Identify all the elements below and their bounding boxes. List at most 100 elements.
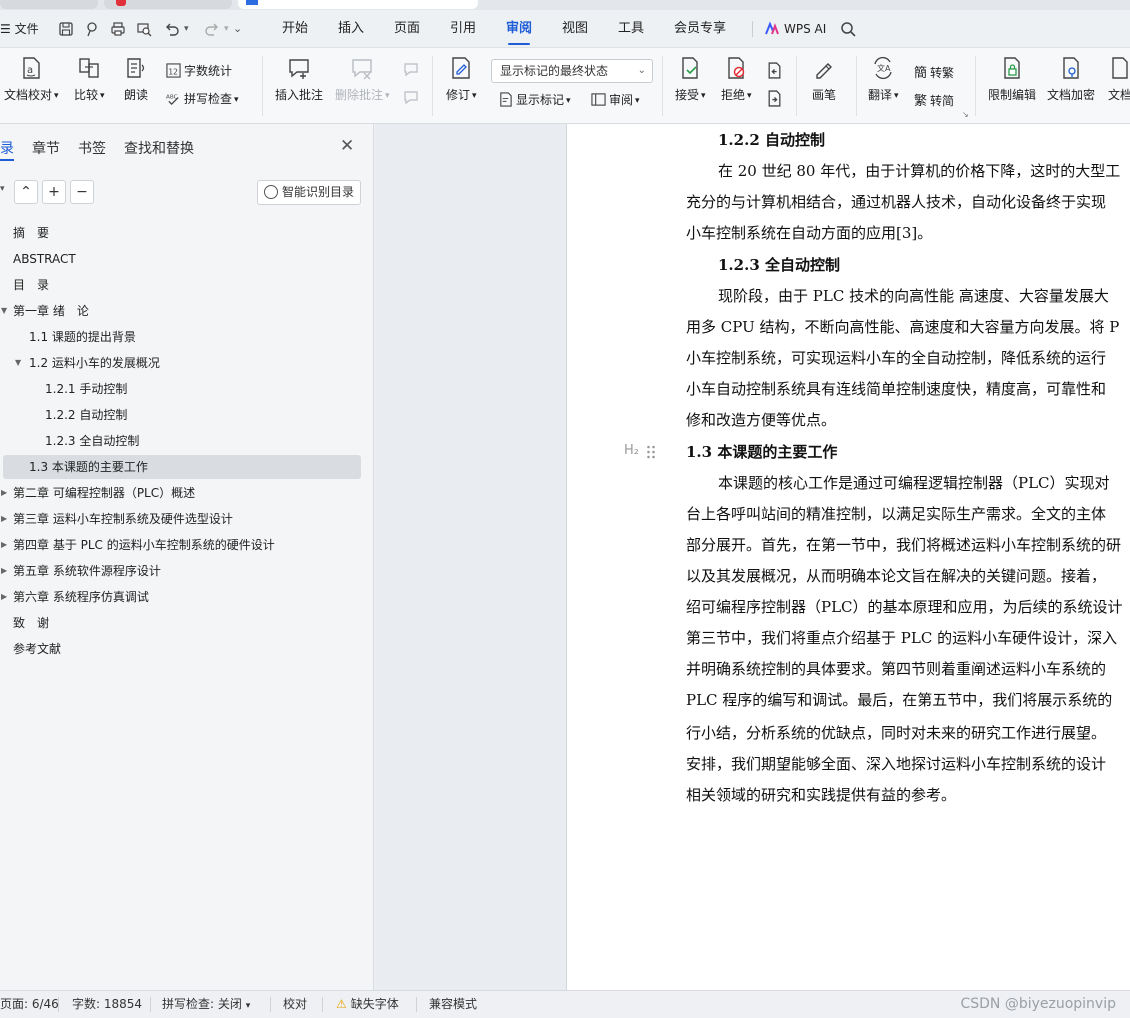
review-pane-button[interactable]: 审阅 ▾ xyxy=(591,91,640,108)
tab-chapters[interactable]: 章节 xyxy=(32,138,60,158)
toc-item[interactable]: ▼ 第一章 绪 论 xyxy=(1,300,89,322)
doc-tab[interactable] xyxy=(0,0,98,9)
drag-handle-icon[interactable] xyxy=(646,444,656,460)
search-icon[interactable] xyxy=(840,21,856,37)
share-icon[interactable] xyxy=(84,21,100,37)
translate-button[interactable]: 文A 翻译 ▾ xyxy=(868,56,899,103)
toc-item[interactable]: 1.2.1 手动控制 xyxy=(45,378,127,400)
tab-insert[interactable]: 插入 xyxy=(338,10,364,48)
toc-item[interactable]: 1.2.3 全自动控制 xyxy=(45,430,139,452)
insert-comment-button[interactable]: 插入批注 xyxy=(275,56,323,103)
print-preview-icon[interactable] xyxy=(136,21,152,37)
tab-bookmarks[interactable]: 书签 xyxy=(78,138,106,158)
tab-review[interactable]: 审阅 xyxy=(506,10,532,48)
track-changes-button[interactable]: 修订 ▾ xyxy=(446,56,477,103)
level-dropdown-icon[interactable]: ▾ xyxy=(0,184,5,194)
undo-dropdown-icon[interactable]: ▾ xyxy=(184,10,189,48)
toc-item[interactable]: ▶ 第四章 基于 PLC 的运料小车控制系统的硬件设计 xyxy=(1,534,275,556)
spell-check-status[interactable]: 拼写检查: 关闭 ▾ xyxy=(162,991,250,1018)
to-traditional-button[interactable]: 簡转繁 xyxy=(914,62,954,81)
status-divider xyxy=(416,997,417,1012)
save-icon[interactable] xyxy=(58,21,74,37)
encrypt-doc-button[interactable]: 文档加密 xyxy=(1047,56,1095,103)
ink-button[interactable]: 画笔 xyxy=(812,56,836,103)
toc-item[interactable]: ▶ 第六章 系统程序仿真调试 xyxy=(1,586,149,608)
accept-button[interactable]: 接受 ▾ xyxy=(675,56,706,103)
show-markup-button[interactable]: 显示标记 ▾ xyxy=(498,91,571,108)
undo-icon[interactable] xyxy=(164,21,180,37)
wps-ai-button[interactable]: WPS AI xyxy=(784,10,826,48)
expanded-arrow-icon[interactable]: ▼ xyxy=(15,352,21,374)
toc-item[interactable]: ▶ 第二章 可编程控制器（PLC）概述 xyxy=(1,482,195,504)
spell-check-button[interactable]: ABC 拼写检查 ▾ xyxy=(166,90,239,107)
toc-item[interactable]: 参考文献 xyxy=(13,638,61,660)
spell-check-icon: ABC xyxy=(166,95,179,106)
doc-tab[interactable] xyxy=(104,0,232,9)
toc-item[interactable]: ▶ 第五章 系统软件源程序设计 xyxy=(1,560,161,582)
toc-item[interactable]: 致 谢 xyxy=(13,612,49,634)
collapsed-arrow-icon[interactable]: ▶ xyxy=(1,482,7,504)
proofread-status[interactable]: 校对 xyxy=(283,991,307,1018)
doc-proofread-button[interactable]: a 文档校对 ▾ xyxy=(4,56,59,103)
remove-heading-button[interactable]: − xyxy=(70,180,94,204)
previous-change-icon[interactable] xyxy=(766,62,783,79)
collapsed-arrow-icon[interactable]: ▶ xyxy=(1,560,7,582)
paragraph-line: 用多 CPU 结构，不断向高性能、高速度和大容量方向发展。将 P xyxy=(686,318,1120,336)
promote-heading-button[interactable]: ⌃ xyxy=(14,180,38,204)
read-aloud-button[interactable]: 朗读 xyxy=(124,56,148,103)
track-changes-icon xyxy=(452,57,470,79)
delete-comment-button[interactable]: 删除批注 ▾ xyxy=(335,56,390,103)
tab-find-replace[interactable]: 查找和替换 xyxy=(124,138,194,158)
toc-item[interactable]: 1.1 课题的提出背景 xyxy=(29,326,136,348)
word-count-status[interactable]: 字数: 18854 xyxy=(72,991,142,1018)
ribbon-divider xyxy=(796,56,797,116)
tab-member[interactable]: 会员专享 xyxy=(674,10,726,48)
word-count-button[interactable]: 12 字数统计 xyxy=(166,62,232,79)
toc-item-selected[interactable]: 1.3 本课题的主要工作 xyxy=(29,456,148,478)
toc-item[interactable]: 目 录 xyxy=(13,274,49,296)
doc-tab-active[interactable] xyxy=(238,0,478,9)
tab-toc[interactable]: 录 xyxy=(0,138,14,158)
quick-access-more-icon[interactable]: ⌄ xyxy=(233,10,242,48)
reject-button[interactable]: 拒绝 ▾ xyxy=(721,56,752,103)
restrict-editing-label: 限制编辑 xyxy=(988,88,1037,102)
add-heading-button[interactable]: + xyxy=(42,180,66,204)
previous-comment-icon[interactable] xyxy=(403,62,419,78)
active-tab-underline xyxy=(0,159,14,161)
tab-view[interactable]: 视图 xyxy=(562,10,588,48)
next-comment-icon[interactable] xyxy=(403,90,419,106)
paragraph-line: PLC 程序的编写和调试。最后，在第五节中，我们将展示系统的 xyxy=(686,691,1113,709)
chevron-down-icon: ▾ xyxy=(472,91,477,101)
redo-dropdown-icon[interactable]: ▾ xyxy=(224,10,229,48)
compare-button[interactable]: 比较 ▾ xyxy=(74,56,105,103)
toc-item[interactable]: ▼ 1.2 运料小车的发展概况 xyxy=(15,352,160,374)
collapsed-arrow-icon[interactable]: ▶ xyxy=(1,508,7,530)
doc-more-button[interactable]: 文档 xyxy=(1108,56,1130,103)
redo-icon[interactable] xyxy=(204,21,220,37)
tab-home[interactable]: 开始 xyxy=(282,10,308,48)
translate-icon: 文A xyxy=(874,56,892,80)
heading-level-marker[interactable]: H₂ xyxy=(624,443,639,458)
collapsed-arrow-icon[interactable]: ▶ xyxy=(1,586,7,608)
tab-page[interactable]: 页面 xyxy=(394,10,420,48)
close-icon[interactable]: ✕ xyxy=(340,136,354,156)
next-change-icon[interactable] xyxy=(766,90,783,107)
toc-item[interactable]: 1.2.2 自动控制 xyxy=(45,404,127,426)
tab-tools[interactable]: 工具 xyxy=(618,10,644,48)
tab-references[interactable]: 引用 xyxy=(450,10,476,48)
page-indicator[interactable]: 页面: 6/46 xyxy=(0,991,59,1018)
restrict-editing-button[interactable]: 限制编辑 xyxy=(988,56,1036,103)
missing-font-status[interactable]: ⚠ 缺失字体 xyxy=(336,991,399,1018)
toc-item-label: 参考文献 xyxy=(13,642,62,656)
print-icon[interactable] xyxy=(110,21,126,37)
to-simplified-button[interactable]: 繁转简 xyxy=(914,90,954,109)
markup-state-select[interactable]: 显示标记的最终状态 ⌄ xyxy=(491,59,653,83)
file-menu[interactable]: ☰ 文件 xyxy=(0,10,39,48)
toc-item[interactable]: ▶ 第三章 运料小车控制系统及硬件选型设计 xyxy=(1,508,233,530)
collapsed-arrow-icon[interactable]: ▶ xyxy=(1,534,7,556)
toc-item[interactable]: ABSTRACT xyxy=(13,248,76,270)
toc-item[interactable]: 摘 要 xyxy=(13,222,49,244)
smart-toc-button[interactable]: 智能识别目录 xyxy=(257,180,361,205)
expanded-arrow-icon[interactable]: ▼ xyxy=(1,300,7,322)
dialog-launcher-icon[interactable]: ↘ xyxy=(962,110,969,119)
